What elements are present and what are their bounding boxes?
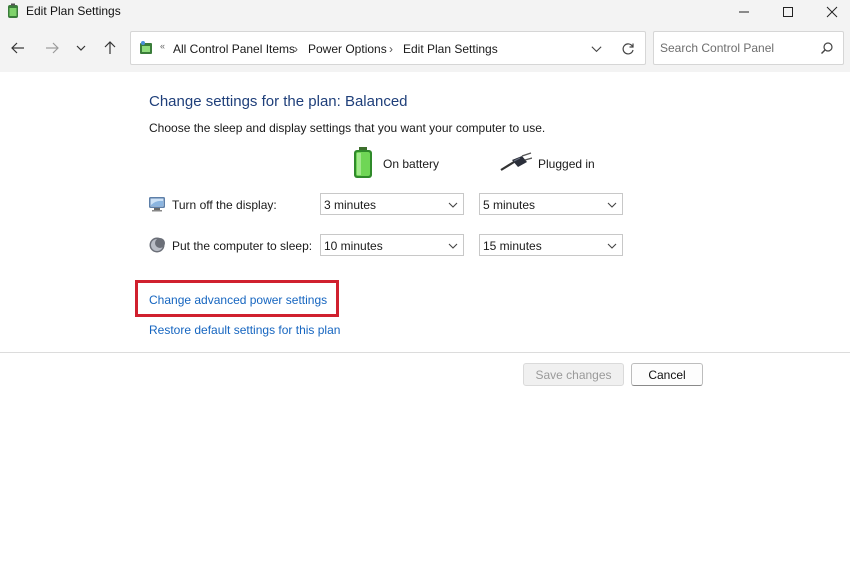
- chevron-down-icon: [607, 202, 617, 208]
- sleep-plugged-in-select[interactable]: 15 minutes: [479, 234, 623, 256]
- minimize-icon: [739, 11, 749, 13]
- display-off-on-battery-select[interactable]: 3 minutes: [320, 193, 464, 215]
- divider: [0, 352, 850, 353]
- up-button[interactable]: [100, 38, 120, 58]
- chevron-down-icon: [607, 243, 617, 249]
- page-title: Change settings for the plan: Balanced: [149, 93, 408, 110]
- arrow-left-icon: [11, 42, 24, 54]
- address-history-dropdown[interactable]: [587, 40, 605, 58]
- title-bar: Edit Plan Settings: [0, 0, 850, 24]
- display-off-plugged-in-select[interactable]: 5 minutes: [479, 193, 623, 215]
- back-button[interactable]: [8, 38, 28, 58]
- column-header-on-battery: On battery: [383, 157, 440, 171]
- maximize-button[interactable]: [766, 0, 810, 24]
- refresh-icon: [622, 43, 634, 55]
- display-icon: [149, 197, 165, 212]
- minimize-button[interactable]: [722, 0, 766, 24]
- search-box[interactable]: [653, 31, 844, 65]
- cancel-button[interactable]: Cancel: [631, 363, 703, 386]
- sleep-on-battery-select[interactable]: 10 minutes: [320, 234, 464, 256]
- chevron-down-icon: [448, 202, 458, 208]
- forward-button[interactable]: [42, 38, 62, 58]
- turn-off-display-label: Turn off the display:: [172, 198, 277, 212]
- chevron-down-icon: [76, 45, 86, 51]
- sleep-on-battery-value: 10 minutes: [324, 239, 383, 253]
- navigation-bar: « All Control Panel Items › Power Option…: [0, 24, 850, 72]
- chevron-down-icon: [448, 243, 458, 249]
- refresh-button[interactable]: [619, 40, 637, 58]
- breadcrumb-all-control-panel-items[interactable]: All Control Panel Items: [173, 42, 295, 56]
- display-off-plugged-in-value: 5 minutes: [483, 198, 536, 212]
- control-panel-icon: [140, 41, 152, 54]
- arrow-up-icon: [104, 41, 116, 54]
- put-computer-to-sleep-label: Put the computer to sleep:: [172, 239, 313, 253]
- search-input[interactable]: [660, 40, 810, 56]
- power-plan-icon: [8, 3, 18, 18]
- close-button[interactable]: [810, 0, 850, 24]
- breadcrumb-separator[interactable]: ›: [389, 42, 393, 56]
- arrow-right-icon: [46, 42, 59, 54]
- close-icon: [826, 6, 838, 18]
- search-icon[interactable]: [820, 41, 834, 55]
- breadcrumb-separator[interactable]: ›: [294, 42, 298, 56]
- battery-icon: [354, 147, 372, 178]
- window-title: Edit Plan Settings: [26, 4, 121, 18]
- maximize-icon: [783, 7, 793, 17]
- sleep-moon-icon: [149, 237, 165, 253]
- save-changes-button[interactable]: Save changes: [523, 363, 624, 386]
- breadcrumb-edit-plan-settings[interactable]: Edit Plan Settings: [403, 42, 498, 56]
- address-bar[interactable]: « All Control Panel Items › Power Option…: [130, 31, 646, 65]
- chevron-down-icon: [590, 45, 602, 52]
- column-header-plugged-in: Plugged in: [538, 157, 595, 171]
- address-overflow[interactable]: «: [160, 41, 165, 51]
- breadcrumb-power-options[interactable]: Power Options: [308, 42, 387, 56]
- sleep-plugged-in-value: 15 minutes: [483, 239, 542, 253]
- power-plug-icon: [500, 152, 532, 171]
- recent-locations-button[interactable]: [71, 38, 91, 58]
- page-description: Choose the sleep and display settings th…: [149, 121, 546, 135]
- display-off-on-battery-value: 3 minutes: [324, 198, 377, 212]
- restore-default-settings-link[interactable]: Restore default settings for this plan: [149, 323, 340, 337]
- change-advanced-power-settings-link[interactable]: Change advanced power settings: [149, 293, 327, 307]
